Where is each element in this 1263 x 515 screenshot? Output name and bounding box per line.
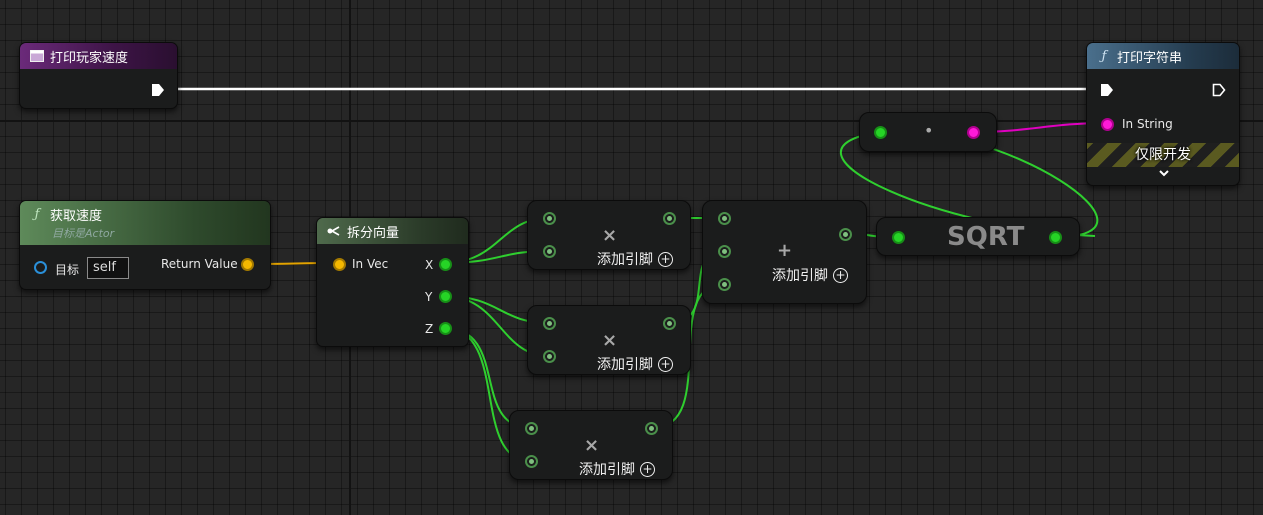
target-pin[interactable]	[34, 261, 47, 274]
add-pin-icon: +	[658, 356, 673, 372]
event-title: 打印玩家速度	[50, 50, 129, 66]
conversion-dot: •	[924, 121, 934, 140]
development-only-banner: 仅限开发	[1087, 143, 1239, 167]
sqrt-in-pin[interactable]	[892, 231, 905, 244]
target-label: 目标	[55, 263, 80, 277]
exec-out-pin[interactable]	[151, 83, 165, 97]
get-velocity-subtitle: 目标是Actor	[52, 227, 115, 240]
in-string-pin[interactable]	[1101, 118, 1114, 131]
conversion-out-pin[interactable]	[967, 126, 980, 139]
multiply-out-pin[interactable]	[663, 317, 676, 330]
add-a-pin[interactable]	[718, 212, 731, 225]
z-label: Z	[425, 322, 434, 336]
in-string-label: In String	[1122, 117, 1173, 131]
z-out-pin[interactable]	[439, 322, 452, 335]
break-struct-icon	[325, 225, 343, 237]
get-velocity-node[interactable]: ƒ 获取速度 目标是Actor 目标 self Return Value	[19, 200, 271, 290]
y-label: Y	[425, 290, 433, 304]
chevron-down-icon[interactable]	[1158, 169, 1170, 178]
multiply-node[interactable]: × 添加引脚 +	[527, 200, 691, 270]
sqrt-node[interactable]: SQRT	[876, 217, 1080, 256]
add-pin-icon: +	[658, 251, 673, 267]
multiply-operator: ×	[584, 435, 600, 456]
multiply-out-pin[interactable]	[645, 422, 658, 435]
multiply-node[interactable]: × 添加引脚 +	[527, 305, 691, 375]
exec-out-pin[interactable]	[1212, 83, 1226, 97]
add-node[interactable]: + 添加引脚 +	[702, 200, 867, 304]
in-vec-label: In Vec	[352, 257, 389, 271]
multiply-a-pin[interactable]	[525, 422, 538, 435]
sqrt-title: SQRT	[947, 222, 1025, 252]
development-only-label: 仅限开发	[1135, 147, 1191, 163]
print-string-node[interactable]: ƒ 打印字符串 In String 仅限开发	[1086, 42, 1240, 186]
add-pin-button[interactable]: 添加引脚 +	[597, 249, 673, 269]
multiply-a-pin[interactable]	[543, 317, 556, 330]
multiply-b-pin[interactable]	[543, 245, 556, 258]
x-label: X	[425, 258, 434, 272]
y-out-pin[interactable]	[439, 290, 452, 303]
break-vector-title: 拆分向量	[347, 225, 400, 241]
multiply-operator: ×	[602, 330, 618, 351]
exec-in-pin[interactable]	[1100, 83, 1114, 97]
multiply-operator: ×	[602, 225, 618, 246]
sqrt-out-pin[interactable]	[1049, 231, 1062, 244]
add-pin-label: 添加引脚	[579, 462, 635, 478]
get-velocity-title: 获取速度	[50, 208, 103, 224]
x-out-pin[interactable]	[439, 258, 452, 271]
print-string-title: 打印字符串	[1117, 50, 1183, 66]
multiply-out-pin[interactable]	[663, 212, 676, 225]
add-pin-button[interactable]: 添加引脚 +	[579, 459, 655, 479]
add-operator: +	[777, 240, 793, 261]
add-c-pin[interactable]	[718, 278, 731, 291]
add-pin-label: 添加引脚	[597, 357, 653, 373]
add-pin-button[interactable]: 添加引脚 +	[772, 265, 848, 285]
in-vec-pin[interactable]	[333, 258, 346, 271]
conversion-in-pin[interactable]	[874, 126, 887, 139]
multiply-b-pin[interactable]	[543, 350, 556, 363]
target-self-field[interactable]: self	[87, 257, 129, 279]
add-pin-icon: +	[640, 461, 655, 477]
return-value-label: Return Value	[161, 257, 238, 271]
function-icon: ƒ	[34, 206, 40, 222]
add-pin-button[interactable]: 添加引脚 +	[597, 354, 673, 374]
function-icon: ƒ	[1101, 48, 1107, 64]
multiply-a-pin[interactable]	[543, 212, 556, 225]
conversion-node[interactable]: •	[859, 112, 997, 152]
add-pin-icon: +	[833, 267, 848, 283]
event-icon	[28, 50, 46, 62]
add-out-pin[interactable]	[839, 228, 852, 241]
add-pin-label: 添加引脚	[597, 252, 653, 268]
multiply-b-pin[interactable]	[525, 455, 538, 468]
break-vector-node[interactable]: 拆分向量 In Vec X Y Z	[316, 217, 469, 347]
add-b-pin[interactable]	[718, 245, 731, 258]
return-value-pin[interactable]	[241, 258, 254, 271]
event-node-print-player-speed[interactable]: 打印玩家速度	[19, 42, 178, 109]
add-pin-label: 添加引脚	[772, 268, 828, 284]
multiply-node[interactable]: × 添加引脚 +	[509, 410, 673, 480]
